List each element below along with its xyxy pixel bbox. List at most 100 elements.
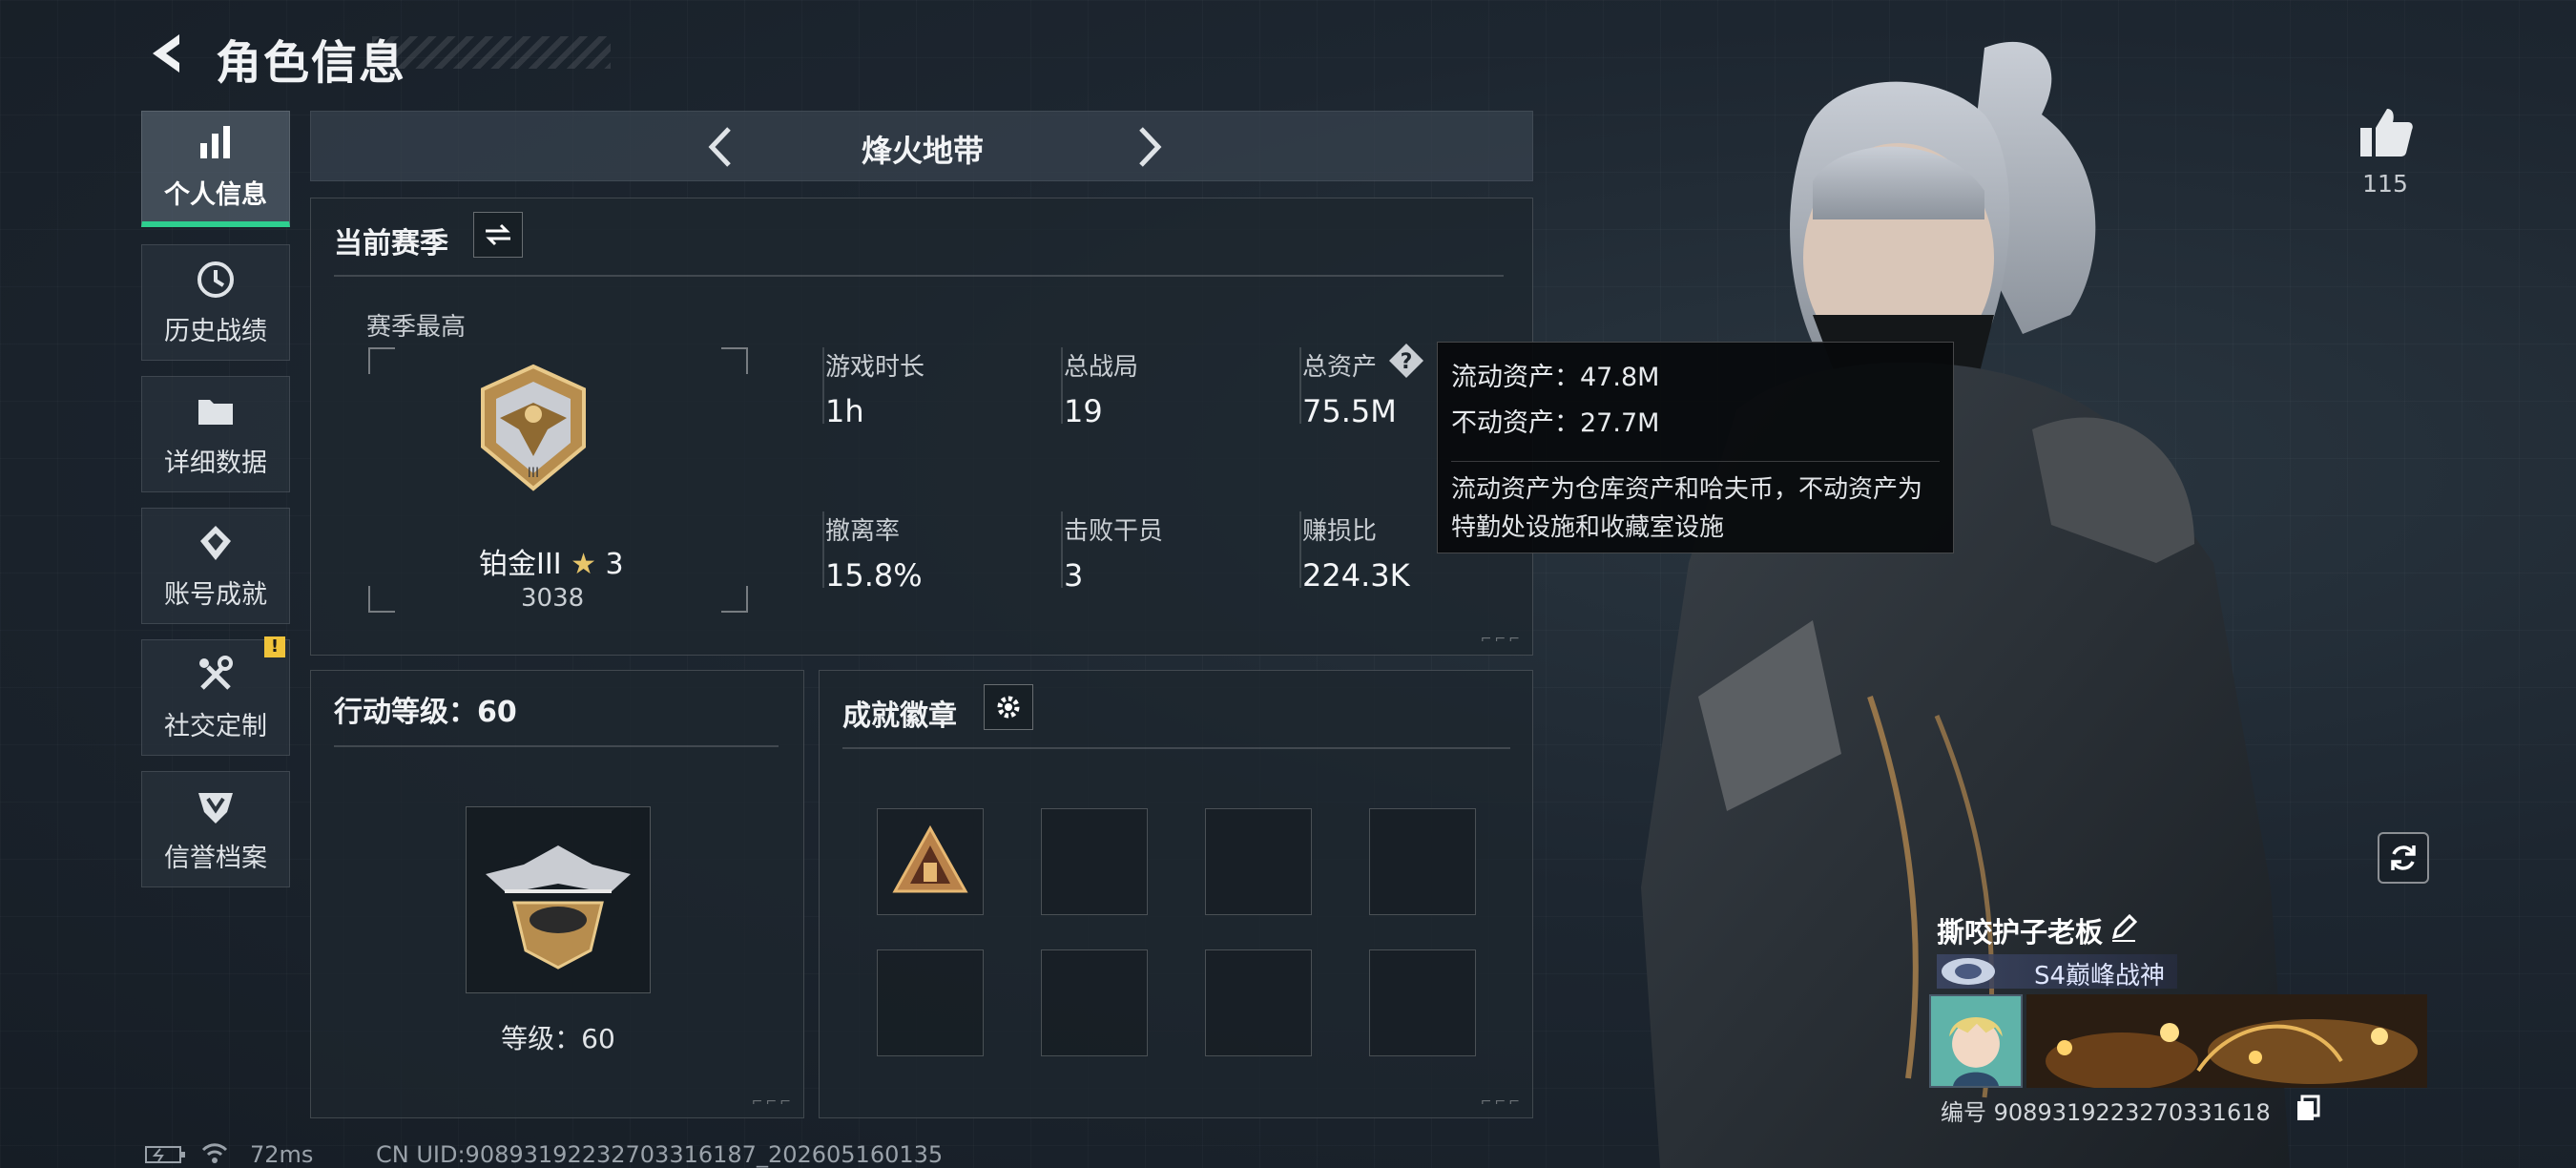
title-decoration (372, 36, 611, 69)
rank-stars: 3 (605, 548, 624, 581)
shield-icon (198, 792, 233, 824)
stat-value-profit-ratio: 224.3K (1302, 557, 1410, 594)
help-question-icon[interactable]: ? (1387, 342, 1425, 380)
sidebar-item-social-custom[interactable]: ! 社交定制 (141, 636, 290, 756)
achievements-panel: 成就徽章 ⌐⌐⌐ (819, 670, 1533, 1118)
season-header: 当前赛季 (334, 227, 448, 261)
player-title-tag: S4巅峰战神 (2034, 962, 2166, 991)
mode-title: 烽火地带 (861, 133, 984, 169)
achievements-settings-button[interactable] (984, 684, 1033, 730)
season-switch-button[interactable] (473, 212, 523, 258)
divider (842, 747, 1510, 749)
rank-name: 铂金III (479, 548, 562, 581)
sidebar-item-credit-profile[interactable]: 信誉档案 (141, 771, 290, 887)
sidebar-item-label: 历史战绩 (164, 316, 267, 346)
divider (1061, 511, 1063, 588)
stat-label-total-assets: 总资产 (1302, 353, 1378, 382)
swap-arrows-icon (486, 223, 510, 246)
svg-text:III: III (528, 466, 539, 481)
achievement-slot[interactable] (877, 808, 984, 915)
action-level-header: 行动等级：60 (334, 696, 517, 729)
stat-value-total-matches: 19 (1064, 393, 1103, 429)
divider (1299, 511, 1301, 588)
corner-decoration: ⌐⌐⌐ (1480, 632, 1523, 647)
uid-label: 编号 (1941, 1099, 1986, 1126)
achievement-slot[interactable] (1369, 808, 1476, 915)
uid-value: 9089319223270331618 (1993, 1099, 2271, 1126)
thumbs-up-icon[interactable] (2357, 103, 2416, 162)
edit-pencil-icon[interactable] (2109, 912, 2139, 943)
back-arrow-icon[interactable] (143, 29, 193, 78)
next-mode-arrow-icon[interactable] (1122, 121, 1174, 173)
refresh-button[interactable] (2378, 832, 2429, 884)
history-clock-icon (197, 261, 234, 298)
gear-icon (997, 696, 1020, 719)
sidebar-item-personal-info[interactable]: 个人信息 (141, 111, 290, 227)
warning-badge: ! (264, 636, 285, 657)
sidebar-item-achievements[interactable]: 账号成就 (141, 508, 290, 624)
sidebar-item-label: 个人信息 (164, 180, 267, 210)
frame-corner (368, 347, 395, 374)
achievement-slot[interactable] (1205, 949, 1312, 1056)
sidebar-item-label: 信誉档案 (164, 843, 267, 873)
stat-label-kills: 击败干员 (1064, 517, 1164, 546)
pyramid-badge-icon (892, 824, 968, 893)
player-uid-line: 编号 9089319223270331618 (1941, 1094, 2271, 1127)
achievements-header: 成就徽章 (842, 699, 957, 733)
corner-decoration: ⌐⌐⌐ (751, 1095, 794, 1110)
stat-value-playtime: 1h (825, 393, 864, 429)
stat-value-kills: 3 (1064, 557, 1084, 594)
player-avatar[interactable] (1929, 994, 2023, 1088)
sidebar-item-history[interactable]: 历史战绩 (141, 244, 290, 361)
rank-name-line: 铂金III ★ 3 (479, 540, 624, 582)
helicopter-emblem-icon (486, 845, 631, 970)
achievement-slot[interactable] (1369, 949, 1476, 1056)
stat-label-total-matches: 总战局 (1064, 353, 1139, 382)
folder-icon (198, 399, 233, 425)
divider (334, 745, 779, 747)
frame-corner (721, 347, 748, 374)
divider (334, 275, 1504, 277)
frame-corner (368, 586, 395, 613)
stat-label-profit-ratio: 赚损比 (1302, 517, 1378, 546)
svg-text:?: ? (1401, 350, 1413, 374)
achievement-slot[interactable] (877, 949, 984, 1056)
mode-switcher: 烽火地带 (310, 111, 1533, 181)
season-best-label: 赛季最高 (366, 313, 467, 342)
cn-uid-text: CN UID:90893192232703316187_202605160135 (376, 1141, 944, 1168)
achievement-slot[interactable] (1041, 808, 1148, 915)
achievement-slot[interactable] (1205, 808, 1312, 915)
tools-icon (199, 655, 233, 690)
player-name: 撕咬护子老板 (1937, 916, 2104, 949)
corner-decoration: ⌐⌐⌐ (1480, 1095, 1523, 1110)
wifi-icon (201, 1143, 228, 1163)
stat-value-total-assets: 75.5M (1302, 393, 1397, 429)
divider (822, 347, 824, 424)
sidebar-item-label: 社交定制 (164, 711, 267, 741)
level-text: 等级：60 (501, 1023, 615, 1054)
refresh-icon (2391, 845, 2416, 870)
divider (822, 511, 824, 588)
sidebar-item-label: 账号成就 (164, 579, 267, 610)
profile-banner (2026, 994, 2427, 1088)
action-level-panel: 行动等级：60 等级：60 ⌐⌐⌐ (310, 670, 804, 1118)
tooltip-description: 流动资产为仓库资产和哈夫币，不动资产为特勤处设施和收藏室设施 (1451, 475, 1923, 542)
frame-corner (721, 586, 748, 613)
medal-icon (200, 525, 231, 560)
copy-icon[interactable] (2294, 1094, 2322, 1122)
star-icon: ★ (571, 548, 596, 581)
bar-chart-icon (200, 126, 230, 158)
achievement-slot[interactable] (1041, 949, 1148, 1056)
title-badge-icon (1942, 958, 1995, 985)
rank-badge-icon: III (481, 364, 586, 491)
assets-tooltip: 流动资产：47.8M 不动资产：27.7M 流动资产为仓库资产和哈夫币，不动资产… (1437, 342, 1954, 553)
stat-label-extraction-rate: 撤离率 (825, 517, 901, 546)
like-count: 115 (2362, 170, 2408, 198)
season-panel: 当前赛季 赛季最高 III 铂金III ★ 3 3038 游戏时长 1h 总战局… (310, 198, 1533, 656)
divider (1299, 347, 1301, 424)
sidebar-item-detailed-data[interactable]: 详细数据 (141, 376, 290, 492)
sidebar-item-label: 详细数据 (164, 448, 267, 478)
level-emblem-frame (466, 806, 651, 993)
divider (1061, 347, 1063, 424)
divider (1451, 461, 1940, 462)
